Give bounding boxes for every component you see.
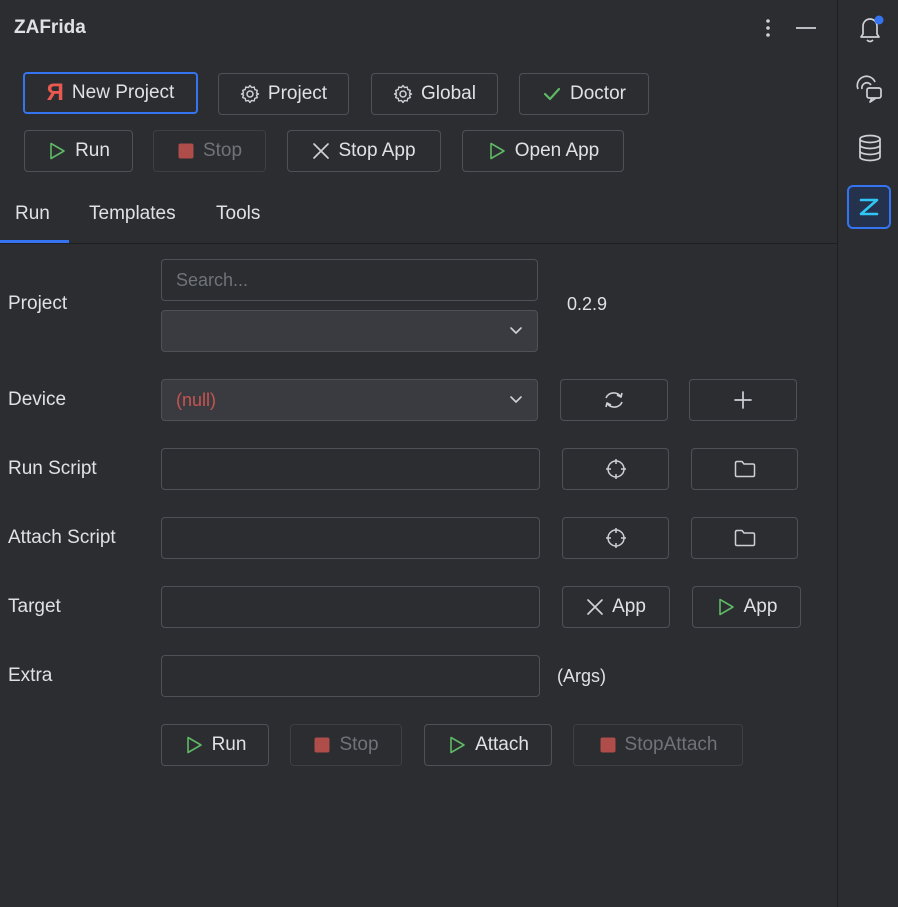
global-settings-label: Global xyxy=(421,83,476,104)
project-search-input[interactable]: Search... xyxy=(161,259,538,301)
locate-target-icon xyxy=(605,458,627,480)
new-project-button[interactable]: Я New Project xyxy=(23,72,198,114)
plus-icon xyxy=(733,390,753,410)
stop-label: Stop xyxy=(202,140,243,161)
locate-run-script-button[interactable] xyxy=(562,448,669,490)
zafrida-z-icon[interactable] xyxy=(847,185,891,229)
refresh-icon xyxy=(602,390,626,410)
locate-attach-script-button[interactable] xyxy=(562,517,669,559)
run-action-label: Run xyxy=(211,734,247,755)
project-settings-button[interactable]: Project xyxy=(218,73,349,115)
start-target-app-label: App xyxy=(743,596,778,617)
run-button[interactable]: Run xyxy=(24,130,133,172)
play-icon xyxy=(184,735,204,755)
device-select[interactable]: (null) xyxy=(161,379,538,421)
device-select-value: (null) xyxy=(176,389,217,410)
stop-attach-button[interactable]: StopAttach xyxy=(573,724,743,766)
refresh-devices-button[interactable] xyxy=(560,379,668,421)
new-project-label: New Project xyxy=(71,82,175,103)
start-target-app-button[interactable]: App xyxy=(692,586,801,628)
project-search-placeholder: Search... xyxy=(176,269,249,290)
chevron-down-icon xyxy=(509,321,523,342)
database-icon[interactable] xyxy=(850,128,890,168)
run-action-button[interactable]: Run xyxy=(161,724,269,766)
run-script-input[interactable] xyxy=(161,448,540,490)
stop-icon xyxy=(599,736,617,754)
stop-icon xyxy=(313,736,331,754)
chevron-down-icon xyxy=(509,390,523,411)
project-field-label: Project xyxy=(8,293,68,314)
browse-run-script-button[interactable] xyxy=(691,448,798,490)
target-field-label: Target xyxy=(8,596,61,617)
notification-badge xyxy=(874,15,884,25)
tab-templates[interactable]: Templates xyxy=(89,203,176,225)
ai-chat-icon[interactable] xyxy=(850,69,890,109)
device-field-label: Device xyxy=(8,389,67,410)
open-app-label: Open App xyxy=(514,140,600,161)
stop-target-app-label: App xyxy=(612,596,646,617)
locate-target-icon xyxy=(605,527,627,549)
tab-tools[interactable]: Tools xyxy=(216,203,260,225)
stop-app-label: Stop App xyxy=(338,140,416,161)
play-icon xyxy=(487,141,507,161)
zafrida-logo-icon: Я xyxy=(46,79,64,106)
doctor-button[interactable]: Doctor xyxy=(519,73,649,115)
tab-run[interactable]: Run xyxy=(15,203,50,225)
close-icon xyxy=(586,598,604,616)
checkmark-icon xyxy=(542,84,562,104)
browse-attach-script-button[interactable] xyxy=(691,517,798,559)
add-device-button[interactable] xyxy=(689,379,797,421)
folder-icon xyxy=(734,529,756,547)
stop-icon xyxy=(177,142,195,160)
target-input[interactable] xyxy=(161,586,540,628)
project-select[interactable] xyxy=(161,310,538,352)
extra-args-input[interactable] xyxy=(161,655,540,697)
play-icon xyxy=(47,141,67,161)
active-tab-indicator xyxy=(0,240,69,243)
gear-icon xyxy=(393,84,413,104)
tool-window-title: ZAFrida xyxy=(14,17,86,38)
attach-label: Attach xyxy=(475,734,529,755)
attach-script-input[interactable] xyxy=(161,517,540,559)
play-icon xyxy=(716,597,736,617)
attach-script-field-label: Attach Script xyxy=(8,527,116,548)
gear-icon xyxy=(240,84,260,104)
project-settings-label: Project xyxy=(267,83,328,104)
run-label: Run xyxy=(75,140,110,161)
run-script-field-label: Run Script xyxy=(8,458,97,479)
global-settings-button[interactable]: Global xyxy=(371,73,498,115)
stop-attach-label: StopAttach xyxy=(624,734,718,755)
minimize-icon[interactable] xyxy=(795,16,817,40)
stop-target-app-button[interactable]: App xyxy=(562,586,670,628)
tabs-divider xyxy=(0,243,837,244)
args-hint: (Args) xyxy=(557,666,606,686)
open-app-button[interactable]: Open App xyxy=(462,130,624,172)
stop-action-label: Stop xyxy=(339,734,379,755)
close-icon xyxy=(312,142,330,160)
project-version: 0.2.9 xyxy=(567,294,608,314)
stop-button[interactable]: Stop xyxy=(153,130,266,172)
zafrida-tool-window: ZAFrida Я New Project Project Global Doc… xyxy=(0,0,837,907)
doctor-label: Doctor xyxy=(570,83,626,104)
stop-app-button[interactable]: Stop App xyxy=(287,130,441,172)
folder-icon xyxy=(734,460,756,478)
play-icon xyxy=(447,735,467,755)
notifications-bell-icon[interactable] xyxy=(850,8,890,48)
attach-button[interactable]: Attach xyxy=(424,724,552,766)
stop-action-button[interactable]: Stop xyxy=(290,724,402,766)
extra-field-label: Extra xyxy=(8,665,53,686)
kebab-menu-icon[interactable] xyxy=(758,16,778,40)
